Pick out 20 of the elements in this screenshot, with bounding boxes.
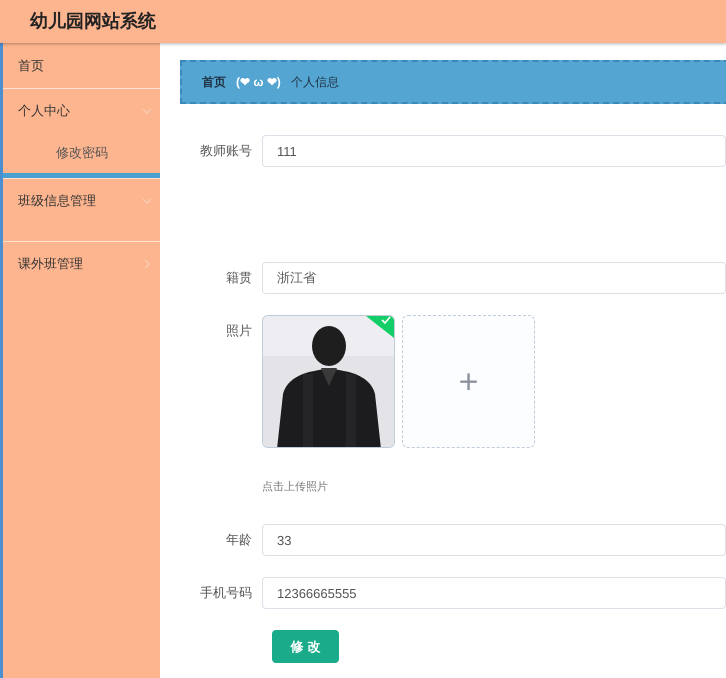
field-label: 手机号码 [199,584,253,602]
upload-hint: 点击上传照片 [262,480,328,494]
breadcrumb-link[interactable]: 首页 [202,73,226,91]
submenu-item[interactable]: 修改密码 [3,133,160,173]
app-title: 幼儿园网站系统 [30,10,156,33]
menu-item[interactable]: 个人中心 [3,88,160,133]
input-field[interactable]: 12366665555 [262,577,726,609]
field-label: 教师账号 [199,142,253,160]
input-field[interactable]: 111 [262,135,726,167]
breadcrumb-current: 个人信息 [290,74,339,91]
field-label: 籍贯 [225,269,253,287]
input-field[interactable]: 浙江省 [262,262,726,294]
menu-item[interactable]: 首页 [3,43,160,88]
breadcrumb-separator: (❤ ω ❤) [236,74,281,91]
plus-icon: + [458,364,478,398]
input-field[interactable]: 33 [262,524,726,556]
menu-item[interactable]: 课外班管理 [3,241,160,286]
field-label: 年龄 [225,531,253,549]
menu-item[interactable]: 班级信息管理 [3,178,160,223]
field-label: 照片 [225,322,253,340]
